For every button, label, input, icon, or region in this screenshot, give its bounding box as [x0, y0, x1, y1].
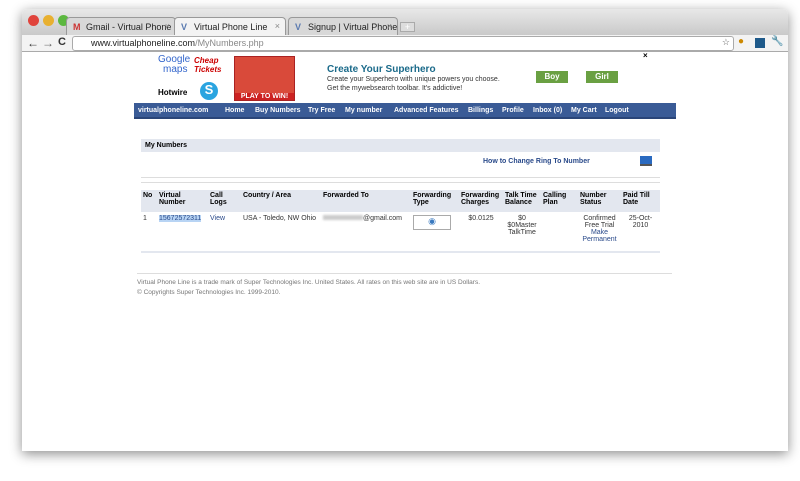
footer: Virtual Phone Line is a trade mark of Su… — [137, 273, 672, 298]
v-icon: V — [295, 22, 302, 32]
col-virtual-number: Virtual Number — [157, 190, 208, 212]
nav-try-free[interactable]: Try Free — [308, 107, 335, 114]
table-header: No Virtual Number Call Logs Country / Ar… — [141, 190, 660, 212]
cell-charges: $0.0125 — [459, 212, 503, 253]
skype-icon[interactable]: S — [200, 82, 218, 100]
close-tab-icon[interactable]: × — [165, 21, 170, 31]
tab-label: Virtual Phone Line — [194, 22, 268, 32]
new-tab-button[interactable]: + — [400, 22, 415, 32]
cell-paid-till: 25-Oct-2010 — [621, 212, 660, 253]
tab-virtual-phone-line[interactable]: V Virtual Phone Line × — [174, 17, 286, 36]
title-bar: MGmail - Virtual Phone Line -× VVirtual … — [22, 9, 788, 36]
blurred-email — [323, 215, 363, 220]
reload-icon[interactable]: C — [58, 36, 66, 48]
col-country: Country / Area — [241, 190, 321, 212]
cell-country: USA - Toledo, NW Ohio — [241, 212, 321, 253]
col-forwarded-to: Forwarded To — [321, 190, 411, 212]
gmail-icon: M — [73, 22, 81, 32]
col-forwarding-charges: Forwarding Charges — [459, 190, 503, 212]
nav-buy-numbers[interactable]: Buy Numbers — [255, 107, 301, 114]
close-tab-icon[interactable]: × — [275, 21, 280, 31]
toolbar: ← → C www.virtualphoneline.com/MyNumbers… — [22, 35, 788, 52]
divider — [141, 177, 660, 178]
close-ad-button[interactable]: × — [643, 51, 648, 60]
cell-forwarded-to: @gmail.com — [363, 215, 403, 222]
ad-text: Get the mywebsearch toolbar. It's addict… — [327, 85, 463, 92]
col-call-logs: Call Logs — [208, 190, 241, 212]
make-permanent-link[interactable]: Make Permanent — [580, 229, 619, 243]
footer-copyright: © Copyrights Super Technologies Inc. 199… — [137, 289, 281, 296]
extension-icon[interactable] — [755, 38, 765, 48]
main-nav: virtualphoneline.com Home Buy Numbers Tr… — [134, 103, 676, 119]
superhero-ad-image[interactable]: PLAY TO WIN! — [234, 56, 295, 101]
cell-no: 1 — [141, 212, 157, 253]
nav-profile[interactable]: Profile — [502, 107, 524, 114]
brand-link[interactable]: virtualphoneline.com — [138, 107, 208, 114]
browser-window: MGmail - Virtual Phone Line -× VVirtual … — [22, 9, 788, 451]
play-to-win-label: PLAY TO WIN! — [235, 93, 294, 100]
col-paid-till: Paid Till Date — [621, 190, 660, 212]
ad-text: Create your Superhero with unique powers… — [327, 76, 500, 83]
nav-billings[interactable]: Billings — [468, 107, 493, 114]
tab-label: Gmail - Virtual Phone Line - — [86, 22, 175, 32]
address-bar[interactable]: www.virtualphoneline.com/MyNumbers.php ☆ — [72, 36, 734, 51]
url-domain: www.virtualphoneline.com — [91, 38, 196, 48]
wrench-icon[interactable]: 🔧 — [771, 36, 783, 47]
numbers-table: No Virtual Number Call Logs Country / Ar… — [141, 190, 660, 253]
extension-icon[interactable]: ● — [738, 36, 744, 47]
col-number-status: Number Status — [578, 190, 621, 212]
cell-master-talktime: $0Master TalkTime — [507, 222, 537, 236]
col-calling-plan: Calling Plan — [541, 190, 578, 212]
page-content: Google maps Cheap Tickets Hotwire S PLAY T… — [22, 51, 788, 451]
cell-status: Confirmed Free Trial — [583, 215, 616, 229]
video-icon[interactable] — [640, 156, 652, 166]
forwarding-type-icon[interactable]: ◉ — [413, 215, 451, 230]
col-no: No — [141, 190, 157, 212]
back-icon[interactable]: ← — [27, 36, 39, 50]
ad-text: maps — [163, 64, 188, 75]
url-path: /MyNumbers.php — [195, 38, 264, 48]
nav-my-number[interactable]: My number — [345, 107, 382, 114]
ad-text: Tickets — [194, 65, 222, 74]
footer-trademark: Virtual Phone Line is a trade mark of Su… — [137, 279, 480, 286]
col-forwarding-type: Forwarding Type — [411, 190, 459, 212]
col-talk-time: Talk Time Balance — [503, 190, 541, 212]
tab-gmail[interactable]: M Gmail - Virtual Phone Line -× — [66, 17, 176, 35]
forward-icon[interactable]: → — [42, 36, 54, 50]
star-icon[interactable]: ☆ — [722, 37, 730, 48]
divider — [141, 182, 660, 183]
close-tab-icon[interactable]: × — [387, 21, 392, 31]
hotwire-ad[interactable]: Hotwire — [158, 88, 187, 97]
minimize-window-button[interactable] — [43, 15, 54, 26]
virtual-number-link[interactable]: 15672572311 — [159, 215, 202, 222]
ad-title[interactable]: Create Your Superhero — [327, 64, 436, 75]
nav-home[interactable]: Home — [225, 107, 244, 114]
google-maps-ad[interactable]: Google maps — [158, 55, 198, 75]
view-call-logs-link[interactable]: View — [208, 212, 241, 253]
ad-text: Cheap — [194, 56, 219, 65]
table-row: 1 15672572311 View USA - Toledo, NW Ohio… — [141, 212, 660, 253]
nav-advanced-features[interactable]: Advanced Features — [394, 107, 459, 114]
section-title: My Numbers — [141, 139, 660, 152]
close-window-button[interactable] — [28, 15, 39, 26]
cell-balance: $0 — [518, 215, 526, 222]
tab-signup[interactable]: V Signup | Virtual Phone Line× — [288, 17, 398, 35]
tab-label: Signup | Virtual Phone Line — [308, 22, 398, 32]
nav-inbox[interactable]: Inbox (0) — [533, 107, 562, 114]
nav-logout[interactable]: Logout — [605, 107, 629, 114]
help-link[interactable]: How to Change Ring To Number — [483, 158, 590, 165]
boy-button[interactable]: Boy — [536, 71, 568, 83]
cell-calling-plan — [541, 212, 578, 253]
nav-my-cart[interactable]: My Cart — [571, 107, 597, 114]
girl-button[interactable]: Girl — [586, 71, 618, 83]
cheap-tickets-ad[interactable]: Cheap Tickets — [194, 56, 221, 74]
v-icon: V — [181, 22, 188, 32]
